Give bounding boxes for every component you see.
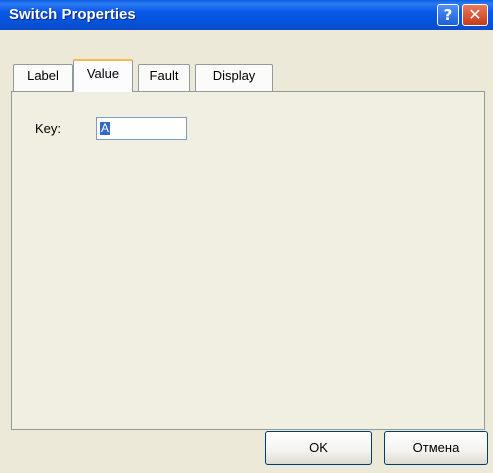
cancel-button[interactable]: Отмена <box>384 431 488 465</box>
title-bar[interactable]: Switch Properties ? ✕ <box>0 0 493 30</box>
help-icon: ? <box>443 6 453 24</box>
tab-value[interactable]: Value <box>73 59 133 92</box>
window-title: Switch Properties <box>9 6 136 23</box>
close-icon: ✕ <box>468 5 482 24</box>
tab-display[interactable]: Display <box>195 64 273 91</box>
key-input-value: A <box>100 121 111 135</box>
tab-fault[interactable]: Fault <box>138 64 190 91</box>
switch-properties-dialog: Switch Properties ? ✕ Label Value Fault … <box>0 0 493 473</box>
ok-button[interactable]: OK <box>265 431 372 465</box>
tab-strip: Label Value Fault Display <box>11 59 481 92</box>
help-button[interactable]: ? <box>437 4 459 26</box>
tab-label[interactable]: Label <box>13 64 73 91</box>
key-label: Key: <box>35 121 62 136</box>
key-input[interactable]: A <box>96 117 187 140</box>
close-button[interactable]: ✕ <box>462 4 488 26</box>
value-tab-panel: Key: A <box>11 91 485 430</box>
